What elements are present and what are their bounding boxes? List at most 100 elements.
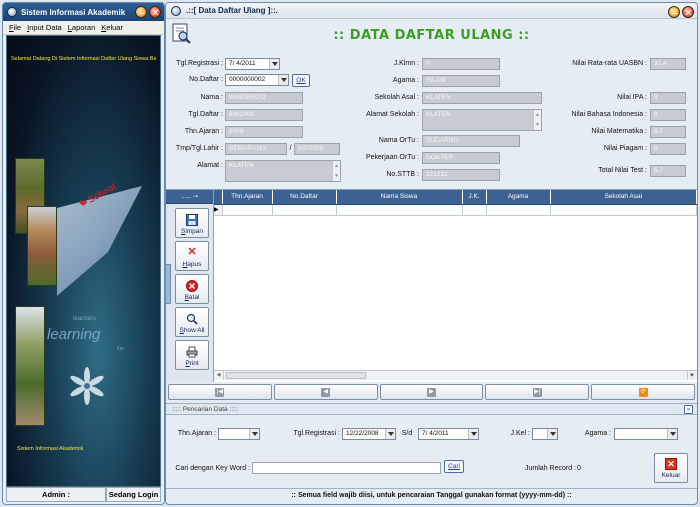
col-agama[interactable]: Agama: [486, 190, 551, 205]
keyword-input[interactable]: [252, 462, 441, 474]
action-sidebar: ...... ⊸ Simpan ✕ Hapus Batal Show All P…: [166, 190, 214, 390]
nav-refresh-button[interactable]: ⟳: [591, 384, 695, 400]
menu-laporan[interactable]: Laporan: [68, 23, 96, 32]
search-tgl-from-picker[interactable]: 12/22/2008: [342, 428, 396, 440]
nama-ortu-field[interactable]: SUDARNO: [422, 135, 520, 147]
data-grid[interactable]: Thn.Ajaran No.Daftar Nama Siswa J.K. Aga…: [214, 190, 697, 370]
sekolah-asal-label: Sekolah Asal :: [374, 94, 419, 101]
daftar-ulang-window: .::[ Data Daftar Ulang ]::. :: DATA DAFT…: [165, 2, 698, 505]
table-row[interactable]: ▶: [214, 204, 697, 216]
app-icon: [7, 7, 17, 17]
cari-button[interactable]: Cari: [444, 460, 464, 473]
pin-icon[interactable]: ⊸: [193, 193, 198, 200]
scroll-left-icon[interactable]: ◀: [214, 371, 224, 380]
total-test-field[interactable]: 6,7: [650, 165, 686, 177]
jumlah-record-value: 0: [577, 465, 581, 472]
tgl-daftar-field[interactable]: 6/9/2009: [225, 109, 303, 121]
close-button[interactable]: [149, 6, 161, 18]
sekolah-asal-field[interactable]: KLATEN: [422, 92, 542, 104]
print-button[interactable]: Print: [175, 340, 209, 370]
col-sekolah-asal[interactable]: Sekolah Asal: [550, 190, 697, 205]
piagam-label: Nilai Piagam :: [603, 145, 647, 152]
daftar-ulang-titlebar[interactable]: .::[ Data Daftar Ulang ]::.: [166, 3, 697, 19]
col-nama-siswa[interactable]: Nama Siswa: [336, 190, 463, 205]
close-button[interactable]: [682, 6, 694, 18]
nav-last-button[interactable]: ▶|: [485, 384, 590, 400]
tgl-registrasi-picker[interactable]: 7/ 4/2011: [225, 58, 280, 70]
show-all-button[interactable]: Show All: [175, 307, 209, 337]
alamat-label: Alamat :: [197, 162, 223, 169]
uasbn-field[interactable]: 31,4: [650, 58, 686, 70]
chevron-down-icon: [667, 429, 677, 439]
minimize-button[interactable]: [668, 6, 680, 18]
piagam-field[interactable]: 0: [650, 143, 686, 155]
thn-ajaran-field[interactable]: 2009: [225, 126, 303, 138]
textarea-scrollbar[interactable]: [332, 161, 340, 181]
sidebar-tab[interactable]: [166, 264, 171, 304]
alamat-field[interactable]: KLATEN: [225, 160, 341, 182]
search-agama-select[interactable]: [614, 428, 678, 440]
bindo-field[interactable]: 8: [650, 109, 686, 121]
search-thn-ajaran-select[interactable]: [218, 428, 260, 440]
mtk-field[interactable]: 8,7: [650, 126, 686, 138]
menu-input-data[interactable]: Input Data: [27, 23, 62, 32]
nav-first-button[interactable]: |◀: [168, 384, 272, 400]
status-admin: Admin :: [6, 487, 106, 502]
current-row-icon: ▶: [214, 204, 223, 216]
batal-button[interactable]: Batal: [175, 274, 209, 304]
thn-ajaran-label: Thn.Ajaran :: [184, 128, 223, 135]
jklmn-field[interactable]: P: [422, 58, 500, 70]
heart-icon: ❤: [79, 199, 88, 210]
simpan-button[interactable]: Simpan: [175, 208, 209, 238]
nav-next-button[interactable]: ▶: [379, 384, 484, 400]
ok-button[interactable]: OK: [292, 74, 310, 87]
minimize-button[interactable]: [135, 6, 147, 18]
chevron-down-icon: [278, 75, 288, 85]
first-record-icon: |◀: [215, 387, 225, 397]
no-daftar-select[interactable]: 0000000002: [225, 74, 289, 86]
alamat-sekolah-field[interactable]: KLATEN: [422, 109, 542, 131]
nav-prev-button[interactable]: ◀: [273, 384, 378, 400]
alamat-sekolah-label: Alamat Sekolah :: [366, 111, 419, 118]
collapse-icon[interactable]: »: [684, 405, 693, 414]
printer-icon: [185, 345, 199, 358]
flower-graphic: [70, 367, 104, 405]
pekerjaan-ortu-field[interactable]: DOKTER: [422, 152, 500, 164]
search-jkel-select[interactable]: [532, 428, 558, 440]
mtk-label: Nilai Matematika :: [591, 128, 647, 135]
nama-field[interactable]: WINDIRATO: [225, 92, 303, 104]
close-icon: [153, 10, 158, 15]
close-icon: [686, 10, 691, 15]
keluar-button[interactable]: ✕ Keluar: [654, 453, 688, 483]
scroll-thumb[interactable]: [226, 372, 366, 379]
scroll-right-icon[interactable]: ▶: [687, 371, 697, 380]
no-sttb-field[interactable]: 121212: [422, 169, 500, 181]
date-separator: /: [289, 145, 292, 152]
menu-file[interactable]: File: [9, 23, 21, 32]
search-tgl-registrasi-label: Tgl.Registrasi :: [293, 430, 340, 437]
ipa-field[interactable]: 8: [650, 92, 686, 104]
exit-icon: ✕: [665, 457, 677, 470]
hapus-button[interactable]: ✕ Hapus: [175, 241, 209, 271]
col-thn-ajaran[interactable]: Thn.Ajaran: [222, 190, 273, 205]
tmp-lahir-field[interactable]: SEMARANG: [225, 143, 287, 155]
agama-field[interactable]: ISLAM: [422, 75, 500, 87]
menu-keluar[interactable]: Keluar: [101, 23, 123, 32]
main-window-titlebar[interactable]: Sistem Informasi Akademik: [3, 3, 164, 21]
tgl-daftar-label: Tgl.Daftar :: [188, 111, 223, 118]
sidebar-header: ...... ⊸: [166, 190, 213, 204]
no-daftar-label: No.Daftar :: [189, 76, 223, 83]
textarea-scrollbar[interactable]: [533, 110, 541, 130]
grid-horizontal-scrollbar[interactable]: ◀ ▶: [214, 370, 697, 380]
agama-label: Agama :: [392, 77, 419, 84]
pekerjaan-ortu-label: Pekerjaan OrTu :: [365, 154, 419, 161]
nama-label: Nama :: [200, 94, 223, 101]
tgl-lahir-field[interactable]: 6/9/2009: [294, 143, 340, 155]
col-jk[interactable]: J.K.: [462, 190, 487, 205]
window-icon: [171, 6, 181, 16]
delete-x-icon: ✕: [187, 246, 197, 258]
main-window: Sistem Informasi Akademik File Input Dat…: [2, 2, 165, 505]
search-tgl-to-picker[interactable]: 7/ 4/2011: [418, 428, 479, 440]
sd-label: S/d: [401, 430, 413, 437]
col-no-daftar[interactable]: No.Daftar: [272, 190, 337, 205]
